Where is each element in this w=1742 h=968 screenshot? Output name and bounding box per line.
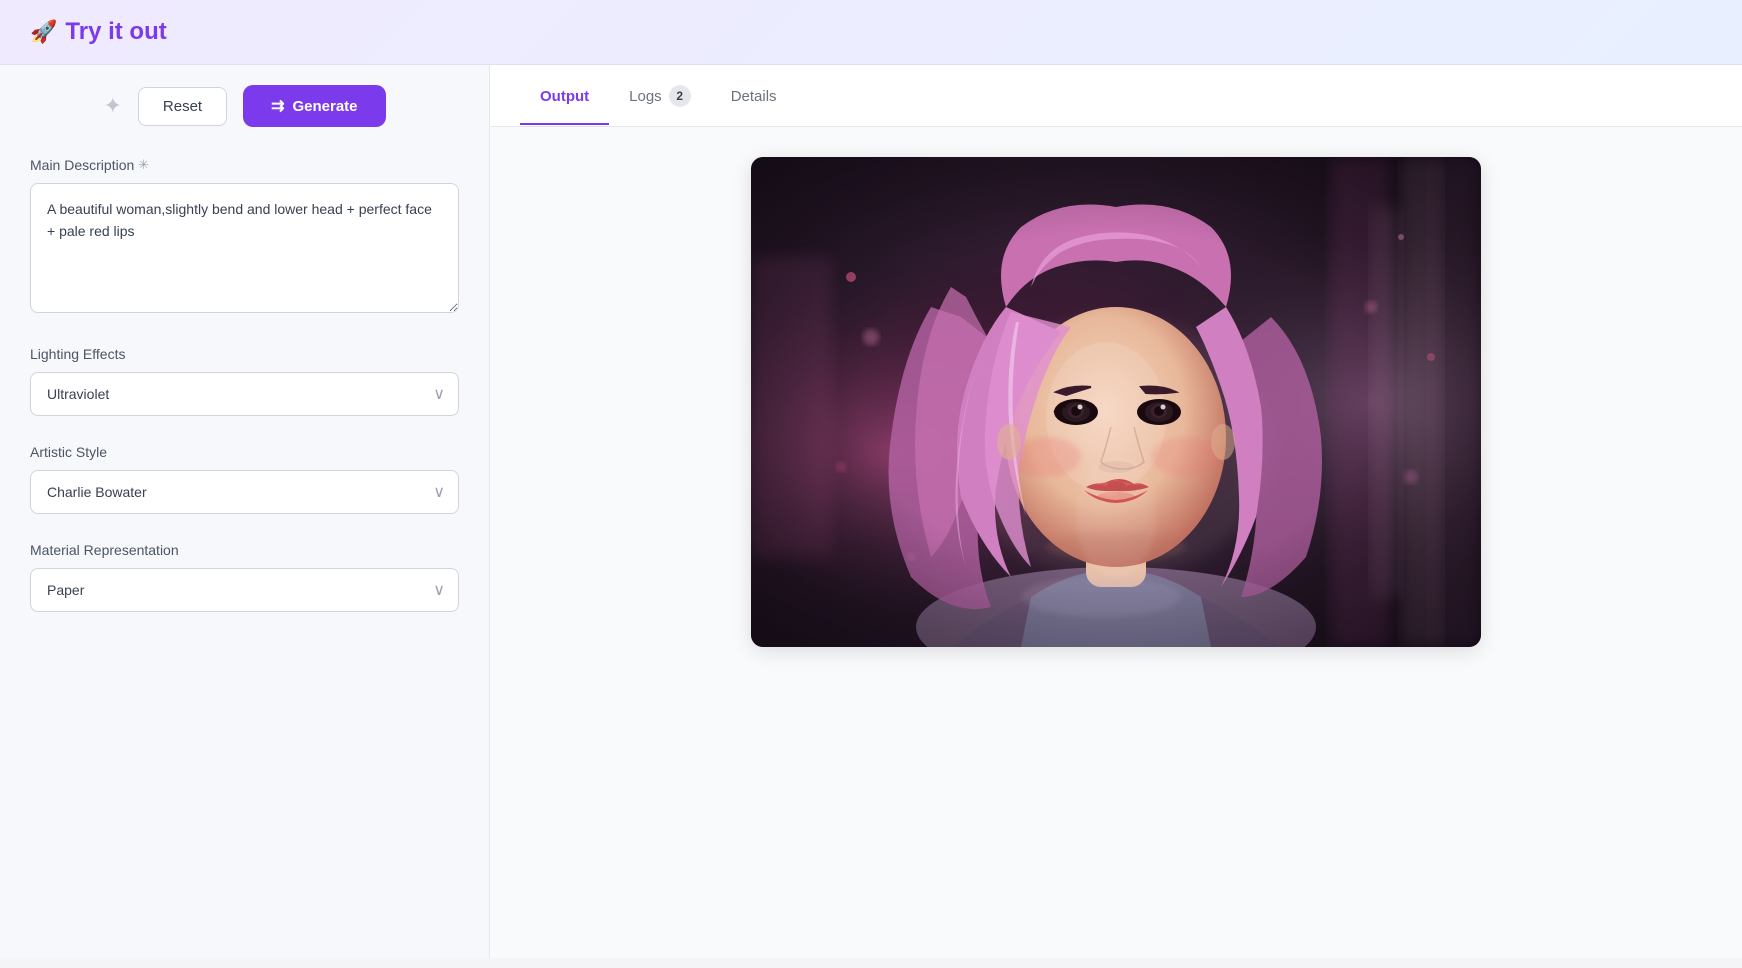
main-layout: ✦ Reset ⇉ Generate Main Description ✳ A …	[0, 65, 1742, 958]
artistic-style-select[interactable]: Charlie Bowater Greg Rutkowski Artgerm W…	[30, 470, 459, 514]
output-area	[490, 127, 1742, 958]
generated-image-container	[751, 157, 1481, 647]
material-representation-select[interactable]: Paper Oil Paint Watercolor Digital Art P…	[30, 568, 459, 612]
generate-button[interactable]: ⇉ Generate	[243, 85, 385, 127]
rocket-icon: 🚀	[30, 19, 57, 45]
tab-output[interactable]: Output	[520, 68, 609, 125]
tab-logs[interactable]: Logs 2	[609, 65, 711, 127]
reset-button[interactable]: Reset	[138, 87, 227, 126]
required-star: ✳	[138, 157, 149, 173]
material-representation-wrapper: Paper Oil Paint Watercolor Digital Art P…	[30, 568, 459, 612]
top-controls: ✦ Reset ⇉ Generate	[30, 85, 459, 127]
sparkle-icon: ✦	[103, 93, 121, 119]
material-representation-label: Material Representation	[30, 542, 459, 558]
lighting-effects-select[interactable]: Ultraviolet Golden Hour Neon Soft Light …	[30, 372, 459, 416]
material-representation-group: Material Representation Paper Oil Paint …	[30, 542, 459, 612]
right-panel: Output Logs 2 Details	[490, 65, 1742, 958]
artistic-style-group: Artistic Style Charlie Bowater Greg Rutk…	[30, 444, 459, 514]
left-panel: ✦ Reset ⇉ Generate Main Description ✳ A …	[0, 65, 490, 958]
generate-icon: ⇉	[271, 96, 284, 116]
main-description-label: Main Description ✳	[30, 157, 459, 173]
generate-label: Generate	[292, 98, 357, 115]
title-text: Try it out	[65, 18, 166, 46]
lighting-effects-label: Lighting Effects	[30, 346, 459, 362]
header: 🚀 Try it out	[0, 0, 1742, 65]
generated-image	[751, 157, 1481, 647]
tabs-bar: Output Logs 2 Details	[490, 65, 1742, 127]
lighting-effects-group: Lighting Effects Ultraviolet Golden Hour…	[30, 346, 459, 416]
logs-badge: 2	[669, 85, 691, 107]
artistic-style-wrapper: Charlie Bowater Greg Rutkowski Artgerm W…	[30, 470, 459, 514]
lighting-effects-wrapper: Ultraviolet Golden Hour Neon Soft Light …	[30, 372, 459, 416]
main-description-group: Main Description ✳ A beautiful woman,sli…	[30, 157, 459, 318]
main-description-input[interactable]: A beautiful woman,slightly bend and lowe…	[30, 183, 459, 313]
artistic-style-label: Artistic Style	[30, 444, 459, 460]
app-title: 🚀 Try it out	[30, 18, 167, 46]
tab-details[interactable]: Details	[711, 68, 797, 125]
